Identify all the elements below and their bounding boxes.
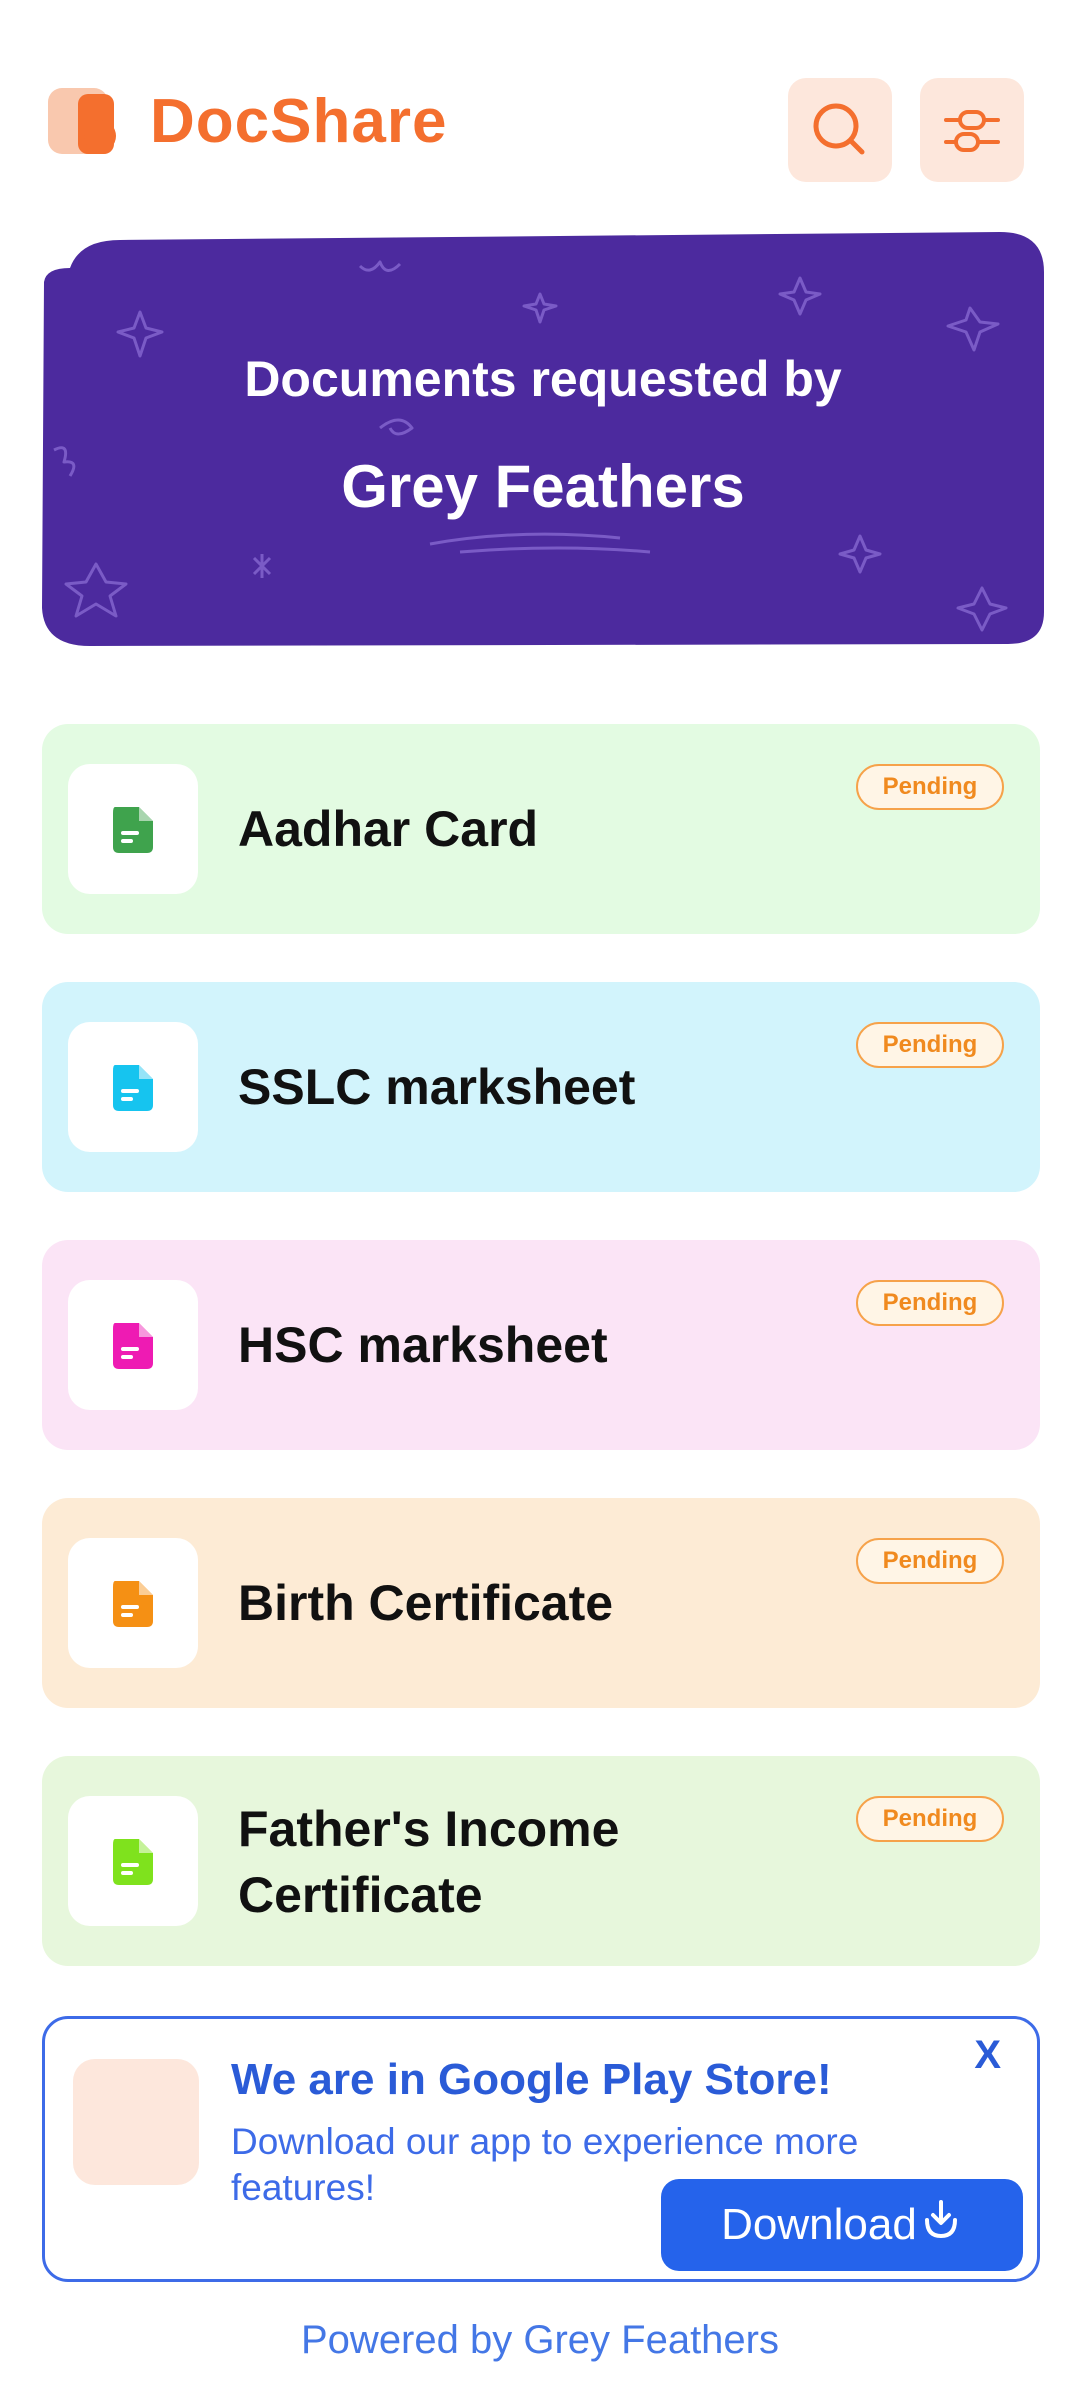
download-icon bbox=[924, 2200, 957, 2239]
document-card[interactable]: HSC marksheet Pending bbox=[42, 1240, 1040, 1450]
document-title: SSLC marksheet bbox=[238, 1059, 636, 1115]
document-icon-tile bbox=[68, 1796, 198, 1926]
download-label: Download bbox=[721, 2200, 917, 2249]
play-store-promo: We are in Google Play Store! Download ou… bbox=[42, 2016, 1040, 2282]
document-card[interactable]: Birth Certificate Pending bbox=[42, 1498, 1040, 1708]
document-card[interactable]: SSLC marksheet Pending bbox=[42, 982, 1040, 1192]
document-icon bbox=[113, 1323, 153, 1369]
document-icon bbox=[113, 807, 153, 853]
app-name: DocShare bbox=[150, 87, 448, 156]
document-icon-tile bbox=[68, 1280, 198, 1410]
banner-requester-name: Grey Feathers bbox=[341, 453, 745, 520]
document-title: HSC marksheet bbox=[238, 1317, 608, 1373]
document-title: Father's Income Certificate bbox=[238, 1801, 620, 1923]
filter-button[interactable] bbox=[920, 78, 1024, 182]
powered-by-footer: Powered by Grey Feathers bbox=[301, 2318, 779, 2362]
document-icon-tile bbox=[68, 764, 198, 894]
document-icon-tile bbox=[68, 1022, 198, 1152]
status-badge: Pending bbox=[856, 1280, 1004, 1326]
sliders-icon bbox=[944, 110, 1000, 152]
requester-banner: Documents requested by Grey Feathers bbox=[40, 232, 1046, 648]
status-badge: Pending bbox=[856, 1022, 1004, 1068]
document-icon bbox=[113, 1839, 153, 1885]
banner-subtitle: Documents requested by bbox=[244, 351, 842, 407]
document-icon bbox=[113, 1065, 153, 1111]
status-badge: Pending bbox=[856, 1796, 1004, 1842]
app-header: DocShare bbox=[0, 0, 1080, 220]
document-icon bbox=[113, 1581, 153, 1627]
promo-title: We are in Google Play Store! bbox=[231, 2055, 832, 2104]
app-thumbnail bbox=[73, 2059, 199, 2185]
close-promo-button[interactable]: X bbox=[974, 2033, 1001, 2078]
download-button[interactable]: Download bbox=[661, 2179, 1023, 2271]
document-card[interactable]: Father's Income Certificate Pending bbox=[42, 1756, 1040, 1966]
search-icon bbox=[813, 103, 865, 155]
status-badge: Pending bbox=[856, 764, 1004, 810]
document-icon-tile bbox=[68, 1538, 198, 1668]
document-title: Birth Certificate bbox=[238, 1575, 614, 1631]
docshare-logo-icon bbox=[48, 88, 116, 154]
document-card[interactable]: Aadhar Card Pending bbox=[42, 724, 1040, 934]
search-button[interactable] bbox=[788, 78, 892, 182]
status-badge: Pending bbox=[856, 1538, 1004, 1584]
document-title: Aadhar Card bbox=[238, 801, 539, 857]
banner-background bbox=[42, 232, 1044, 646]
